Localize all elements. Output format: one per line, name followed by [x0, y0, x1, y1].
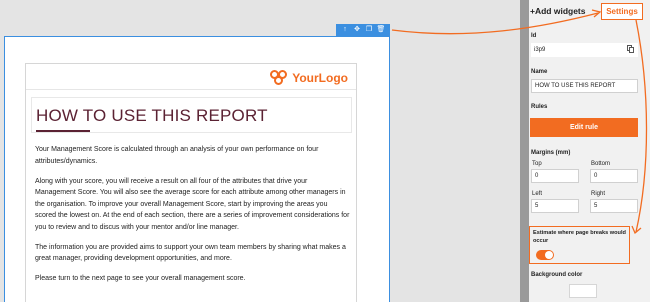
id-label: Id: [531, 33, 537, 39]
edit-rule-button[interactable]: Edit rule: [530, 118, 638, 137]
background-color-picker[interactable]: [569, 284, 597, 298]
report-page: YourLogo HOW TO USE THIS REPORT Your Man…: [25, 63, 357, 302]
estimate-page-breaks-section: Estimate where page breaks would occur: [529, 226, 630, 264]
right-label: Right: [591, 191, 606, 197]
paragraph: Your Management Score is calculated thro…: [35, 146, 319, 165]
add-widgets-tab[interactable]: +Add widgets: [530, 6, 586, 16]
top-label: Top: [532, 161, 542, 167]
name-label: Name: [531, 69, 548, 75]
margin-bottom-input[interactable]: 0: [590, 169, 638, 183]
paragraph: The information you are provided aims to…: [35, 243, 346, 263]
title-block[interactable]: HOW TO USE THIS REPORT: [31, 97, 352, 133]
left-label: Left: [532, 191, 543, 197]
name-field[interactable]: HOW TO USE THIS REPORT: [531, 79, 638, 93]
arrow-up-icon[interactable]: ↑: [340, 25, 350, 35]
component-toolbar: ↑ ✥ ❐ 🗑: [336, 24, 390, 36]
background-color-label: Background color: [531, 272, 583, 278]
report-body[interactable]: Your Management Score is calculated thro…: [35, 144, 350, 293]
paragraph: Along with your score, you will receive …: [35, 177, 350, 231]
paragraph: Please turn to the next page to see your…: [35, 275, 246, 282]
estimate-page-breaks-toggle[interactable]: [536, 250, 554, 260]
id-field[interactable]: i3p9: [531, 43, 638, 57]
logo: YourLogo: [270, 70, 348, 86]
margin-left-input[interactable]: 5: [531, 199, 579, 213]
move-icon[interactable]: ✥: [352, 25, 362, 35]
title-underline: [36, 130, 90, 132]
panel-resizer[interactable]: [520, 0, 529, 302]
estimate-page-breaks-label: Estimate where page breaks would occur: [533, 230, 626, 244]
copy-id-icon[interactable]: [627, 45, 635, 53]
bottom-label: Bottom: [591, 161, 611, 167]
margins-label: Margins (mm): [531, 150, 571, 156]
delete-icon[interactable]: 🗑: [376, 25, 386, 35]
logo-mark-icon: [270, 70, 288, 86]
copy-icon[interactable]: ❐: [364, 25, 374, 35]
rules-label: Rules: [531, 104, 548, 110]
logo-text: YourLogo: [292, 71, 348, 85]
toggle-knob: [545, 251, 553, 259]
margin-top-input[interactable]: 0: [531, 169, 579, 183]
logo-row[interactable]: YourLogo: [26, 64, 356, 90]
settings-tab[interactable]: Settings: [601, 3, 643, 20]
report-title: HOW TO USE THIS REPORT: [36, 106, 268, 125]
margin-right-input[interactable]: 5: [590, 199, 638, 213]
